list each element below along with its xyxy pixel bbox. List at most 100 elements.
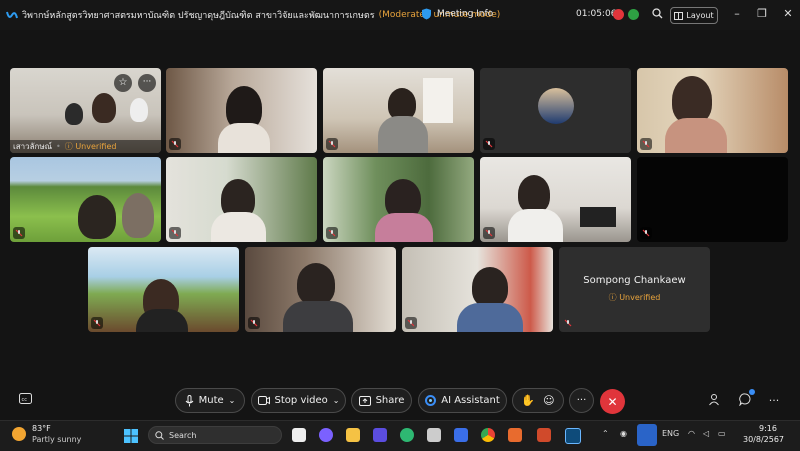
share-icon <box>358 395 371 406</box>
file-explorer-icon[interactable] <box>346 428 360 442</box>
more-icon[interactable]: ··· <box>138 74 156 92</box>
unverified-badge: ⓘ Unverified <box>608 293 661 302</box>
teams-icon[interactable] <box>319 428 333 442</box>
participant-label: เสาวลักษณ์ • ⓘ Unverified <box>10 140 161 153</box>
chat-icon[interactable] <box>737 393 753 409</box>
stop-video-label: Stop video <box>274 395 328 406</box>
snipping-tool-icon[interactable] <box>508 428 522 442</box>
mic-muted-icon <box>169 138 181 150</box>
end-call-icon: ✕ <box>607 394 618 409</box>
participant-name: Sompong Chankaew <box>583 275 686 286</box>
camera-app-icon[interactable] <box>427 428 441 442</box>
ai-assistant-label: AI Assistant <box>441 395 500 406</box>
participants-icon[interactable] <box>706 393 722 409</box>
mic-muted-icon <box>640 138 652 150</box>
video-tile[interactable] <box>637 157 788 242</box>
share-button[interactable]: Share <box>351 388 412 413</box>
more-options-button[interactable]: ··· <box>569 388 594 413</box>
volume-icon[interactable]: ◁ <box>703 429 709 438</box>
minimize-icon[interactable]: – <box>727 6 747 22</box>
video-tile[interactable] <box>323 68 474 153</box>
share-label: Share <box>375 395 405 406</box>
video-tile[interactable] <box>88 247 239 332</box>
battery-icon[interactable]: ▭ <box>718 429 726 438</box>
clock-date[interactable]: 30/8/2567 <box>743 435 784 444</box>
mic-muted-icon <box>248 317 260 329</box>
mic-muted-icon <box>483 227 495 239</box>
video-tile[interactable] <box>10 157 161 242</box>
meeting-title: วิพากษ์หลักสูตรวิทยาศาสตรมหาบัณฑิต ปรัชญ… <box>22 11 375 21</box>
weather-icon[interactable] <box>12 427 26 441</box>
mic-muted-icon <box>169 227 181 239</box>
wifi-icon[interactable]: ◠ <box>688 429 695 438</box>
search-placeholder: Search <box>169 430 197 440</box>
clock-time[interactable]: 9:16 <box>759 424 777 433</box>
svg-text:cc: cc <box>21 397 27 403</box>
layout-label: Layout <box>686 11 714 20</box>
mic-muted-icon <box>405 317 417 329</box>
video-tile[interactable] <box>402 247 553 332</box>
weather-description: Partly sunny <box>32 435 82 444</box>
more-icon: ··· <box>576 395 587 406</box>
task-view-icon[interactable] <box>292 428 306 442</box>
reactions-icon[interactable]: ☺ <box>543 394 554 407</box>
mute-label: Mute <box>198 395 224 406</box>
edge-icon[interactable] <box>400 428 414 442</box>
stop-video-button[interactable]: Stop video ⌄ <box>251 388 346 413</box>
video-tile[interactable] <box>637 68 788 153</box>
video-tile[interactable] <box>166 68 317 153</box>
chevron-down-icon[interactable]: ⌄ <box>229 396 236 405</box>
end-call-button[interactable]: ✕ <box>600 389 625 414</box>
mic-muted-icon <box>562 317 574 329</box>
webex-logo-icon <box>6 11 18 19</box>
shield-icon <box>422 8 431 20</box>
mic-muted-icon <box>483 138 495 150</box>
meeting-timer: 01:05:06 <box>576 9 617 19</box>
powerpoint-icon[interactable] <box>537 428 551 442</box>
video-tile[interactable] <box>480 68 631 153</box>
screen-share-status-icon[interactable] <box>628 9 639 20</box>
maximize-icon[interactable]: ❐ <box>752 6 772 22</box>
chrome-icon[interactable] <box>481 428 495 442</box>
store-icon[interactable] <box>454 428 468 442</box>
search-icon <box>155 430 164 440</box>
mic-muted-icon <box>640 227 652 239</box>
video-tile[interactable] <box>480 157 631 242</box>
video-tile[interactable] <box>166 157 317 242</box>
webex-taskbar-icon[interactable] <box>565 428 581 444</box>
mic-muted-icon <box>91 317 103 329</box>
meeting-info-label: Meeting Info <box>437 9 494 19</box>
ai-assistant-icon <box>425 395 437 406</box>
ai-assistant-button[interactable]: AI Assistant <box>418 388 507 413</box>
close-icon[interactable]: ✕ <box>778 6 798 22</box>
more-icon[interactable]: ··· <box>766 393 782 409</box>
reactions-button[interactable]: ✋ ☺ <box>512 388 564 413</box>
captions-icon[interactable]: cc <box>17 393 33 409</box>
pin-icon[interactable]: ☆ <box>114 74 132 92</box>
chevron-down-icon[interactable]: ⌄ <box>333 396 340 405</box>
mute-button[interactable]: Mute ⌄ <box>175 388 245 413</box>
raise-hand-icon[interactable]: ✋ <box>521 394 535 407</box>
record-icon[interactable] <box>613 9 624 20</box>
unverified-badge: ⓘ Unverified <box>64 142 117 151</box>
chevron-up-icon[interactable]: ⌃ <box>602 429 609 438</box>
mic-muted-icon <box>13 227 25 239</box>
search-icon[interactable] <box>650 8 664 22</box>
avatar <box>538 88 574 124</box>
video-tile[interactable] <box>323 157 474 242</box>
microphone-icon <box>185 394 194 406</box>
camera-icon <box>257 396 270 405</box>
video-tile[interactable]: Sompong Chankaew ⓘ Unverified <box>559 247 710 332</box>
video-tile[interactable]: ☆ ··· เสาวลักษณ์ • ⓘ Unverified <box>10 68 161 153</box>
mic-tray-icon[interactable] <box>637 424 657 446</box>
meeting-info-button[interactable]: Meeting Info <box>421 8 493 20</box>
layout-icon <box>674 11 684 20</box>
tray-app-icon[interactable]: ◉ <box>620 429 627 438</box>
windows-start-icon[interactable] <box>124 428 138 443</box>
layout-button[interactable]: Layout <box>670 7 718 24</box>
app-icon[interactable] <box>373 428 387 442</box>
taskbar-search[interactable]: Search <box>148 426 282 444</box>
weather-temp: 83°F <box>32 424 51 433</box>
language-indicator[interactable]: ENG <box>662 429 679 438</box>
video-tile[interactable] <box>245 247 396 332</box>
